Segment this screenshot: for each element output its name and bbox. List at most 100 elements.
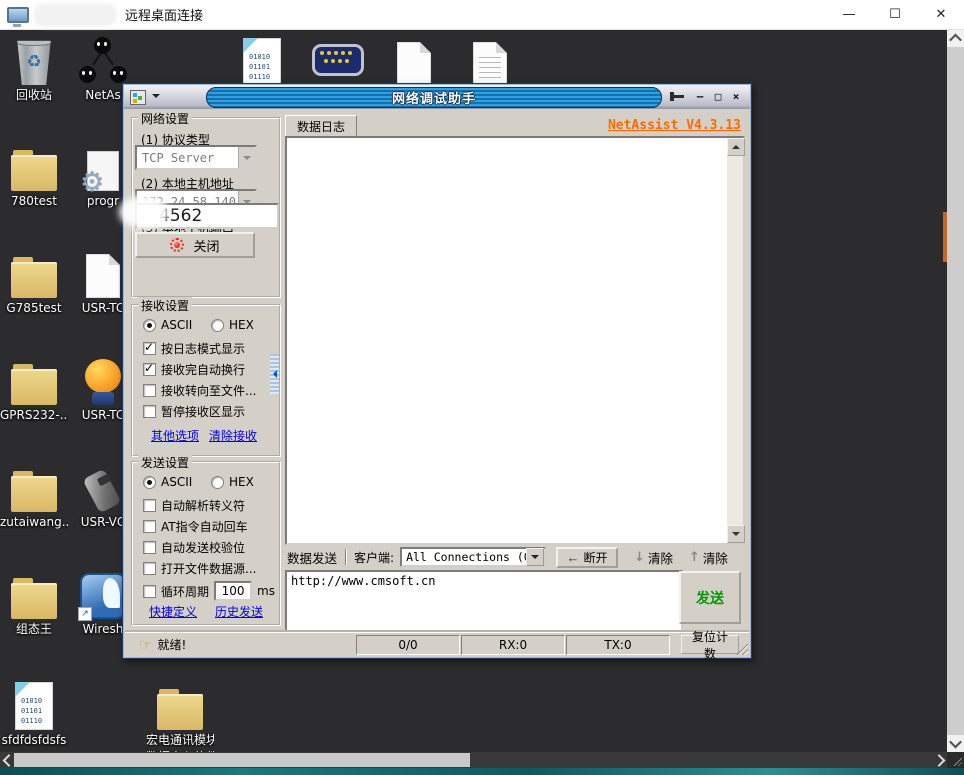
rdp-maximize-button[interactable]: ☐ bbox=[872, 0, 918, 29]
radio-icon[interactable] bbox=[143, 319, 156, 332]
binary-file-icon: 01010 01101 01110 bbox=[15, 682, 53, 730]
clear-send-button[interactable]: ↑ 清除 bbox=[689, 548, 728, 567]
clear-receive-button[interactable]: ↓ 清除 bbox=[634, 548, 673, 567]
desktop-icon-780test[interactable]: 780test bbox=[0, 139, 68, 208]
document-icon bbox=[86, 254, 120, 298]
panel-collapse-handle[interactable] bbox=[270, 354, 279, 394]
scrollbar-corner-grip[interactable] bbox=[947, 752, 964, 768]
checkbox-icon[interactable] bbox=[143, 342, 156, 355]
folder-icon bbox=[11, 369, 57, 405]
desktop-icon-gprs232[interactable]: GPRS232-... bbox=[0, 353, 68, 422]
checkbox-icon[interactable] bbox=[143, 562, 156, 575]
tab-data-send[interactable]: 数据发送 bbox=[285, 548, 343, 567]
desktop-vertical-scrollbar[interactable] bbox=[947, 29, 964, 752]
rdp-close-button[interactable]: ✕ bbox=[918, 0, 964, 29]
rdp-computer-icon bbox=[7, 7, 29, 23]
checkbox-log-mode[interactable]: 按日志模式显示 bbox=[143, 340, 245, 357]
folder-icon bbox=[11, 476, 57, 512]
folder-icon bbox=[11, 583, 57, 619]
checkbox-icon[interactable] bbox=[143, 520, 156, 533]
checkbox-file-source[interactable]: 打开文件数据源... bbox=[143, 560, 256, 577]
history-send-link[interactable]: 历史发送 bbox=[215, 603, 263, 620]
desktop-icon-g785test[interactable]: G785test bbox=[0, 246, 68, 315]
checkbox-cycle-send[interactable]: 循环周期 ms bbox=[143, 581, 275, 601]
redacted-hostname bbox=[35, 5, 115, 25]
tab-data-log[interactable]: 数据日志 bbox=[285, 115, 357, 137]
red-led-icon bbox=[170, 238, 184, 252]
desktop-horizontal-scrollbar[interactable] bbox=[0, 752, 947, 768]
netassist-version-link[interactable]: NetAssist V4.3.13 bbox=[608, 118, 741, 133]
radio-icon[interactable] bbox=[211, 476, 224, 489]
send-hex-radio[interactable]: HEX bbox=[211, 475, 254, 489]
netassist-icon bbox=[79, 37, 127, 85]
desktop-icon-recycle-bin[interactable]: ♻ 回收站 bbox=[0, 33, 68, 102]
scroll-up-button[interactable] bbox=[947, 29, 964, 47]
serial-connector-icon bbox=[312, 44, 364, 76]
status-rx: RX:0 bbox=[461, 635, 565, 655]
reset-count-button[interactable]: 复位计数 bbox=[681, 635, 739, 654]
app-close-button[interactable]: × bbox=[728, 89, 744, 104]
other-options-link[interactable]: 其他选项 bbox=[151, 427, 199, 444]
scroll-down-button[interactable] bbox=[947, 735, 964, 752]
scroll-left-button[interactable] bbox=[0, 752, 14, 768]
recv-hex-radio[interactable]: HEX bbox=[211, 318, 254, 332]
host-taskbar-strip bbox=[0, 768, 964, 775]
desktop-icon-zutaiwang-king[interactable]: 组态王 bbox=[0, 567, 68, 636]
protocol-select[interactable]: TCP Server bbox=[135, 145, 257, 170]
left-arrow-icon: ← bbox=[567, 550, 580, 565]
group-title: 网络设置 bbox=[138, 110, 192, 127]
system-menu-caret-icon[interactable] bbox=[152, 94, 160, 102]
chevron-down-icon[interactable] bbox=[526, 548, 544, 566]
checkbox-icon[interactable] bbox=[143, 499, 156, 512]
app-title-bar[interactable]: 网络调试助手 – □ × bbox=[124, 85, 750, 109]
desktop-icon-document-2[interactable] bbox=[456, 34, 524, 86]
checkbox-parse-escape[interactable]: 自动解析转义符 bbox=[143, 497, 245, 514]
send-text-input[interactable]: http://www.cmsoft.cn bbox=[285, 570, 683, 634]
desktop-icon-serial-port[interactable] bbox=[304, 34, 372, 86]
radio-icon[interactable] bbox=[143, 476, 156, 489]
checkbox-icon[interactable] bbox=[143, 585, 156, 598]
recycle-bin-icon: ♻ bbox=[15, 39, 53, 85]
horizontal-scroll-thumb[interactable] bbox=[14, 753, 470, 767]
clear-receive-link[interactable]: 清除接收 bbox=[209, 427, 257, 444]
app-system-menu-icon[interactable] bbox=[130, 90, 146, 105]
scroll-right-button[interactable] bbox=[933, 752, 947, 768]
checkbox-save-to-file[interactable]: 接收转向至文件... bbox=[143, 382, 256, 399]
desktop-icon-zutaiwang[interactable]: zutaiwang... bbox=[0, 460, 68, 529]
log-vertical-scrollbar[interactable] bbox=[727, 138, 743, 543]
client-connection-select[interactable]: All Connections (0) bbox=[400, 547, 546, 567]
document-icon bbox=[397, 42, 431, 86]
group-title: 发送设置 bbox=[138, 454, 192, 471]
up-arrow-icon: ↑ bbox=[689, 550, 700, 565]
scroll-up-button[interactable] bbox=[727, 138, 745, 156]
radio-icon[interactable] bbox=[211, 319, 224, 332]
scroll-down-button[interactable] bbox=[727, 525, 745, 543]
cycle-period-input[interactable] bbox=[214, 581, 252, 601]
checkbox-auto-checksum[interactable]: 自动发送校验位 bbox=[143, 539, 245, 556]
checkbox-icon[interactable] bbox=[143, 384, 156, 397]
recv-ascii-radio[interactable]: ASCII bbox=[143, 318, 192, 332]
checkbox-icon[interactable] bbox=[143, 541, 156, 554]
send-button[interactable]: 发送 bbox=[679, 571, 741, 624]
app-minimize-button[interactable]: – bbox=[692, 89, 708, 104]
desktop-icon-document-1[interactable] bbox=[380, 34, 448, 86]
send-ascii-radio[interactable]: ASCII bbox=[143, 475, 192, 489]
disconnect-button[interactable]: ← 断开 bbox=[556, 547, 618, 568]
checkbox-auto-linefeed[interactable]: 接收完自动换行 bbox=[143, 361, 245, 378]
close-connection-button[interactable]: 关闭 bbox=[135, 232, 255, 258]
chevron-down-icon[interactable] bbox=[238, 147, 255, 168]
checkbox-icon[interactable] bbox=[143, 363, 156, 376]
document-lines-icon bbox=[473, 42, 507, 86]
checkbox-icon[interactable] bbox=[143, 405, 156, 418]
quick-define-link[interactable]: 快捷定义 bbox=[149, 603, 197, 620]
app-maximize-button[interactable]: □ bbox=[710, 89, 726, 104]
pin-icon[interactable] bbox=[674, 95, 684, 98]
desktop-icon-sfdfdsfdsfs[interactable]: 01010 01101 01110 sfdfdsfdsfs bbox=[0, 678, 68, 747]
checkbox-pause-display[interactable]: 暂停接收区显示 bbox=[143, 403, 245, 420]
app-title: 网络调试助手 bbox=[392, 88, 476, 107]
checkbox-at-enter[interactable]: AT指令自动回车 bbox=[143, 518, 248, 535]
data-log-area[interactable] bbox=[285, 136, 745, 545]
desktop-icon-capture-file[interactable]: 01010 01101 01110 bbox=[228, 34, 296, 86]
rdp-minimize-button[interactable]: — bbox=[826, 0, 872, 29]
pointing-hand-icon: ☞ bbox=[139, 636, 152, 654]
